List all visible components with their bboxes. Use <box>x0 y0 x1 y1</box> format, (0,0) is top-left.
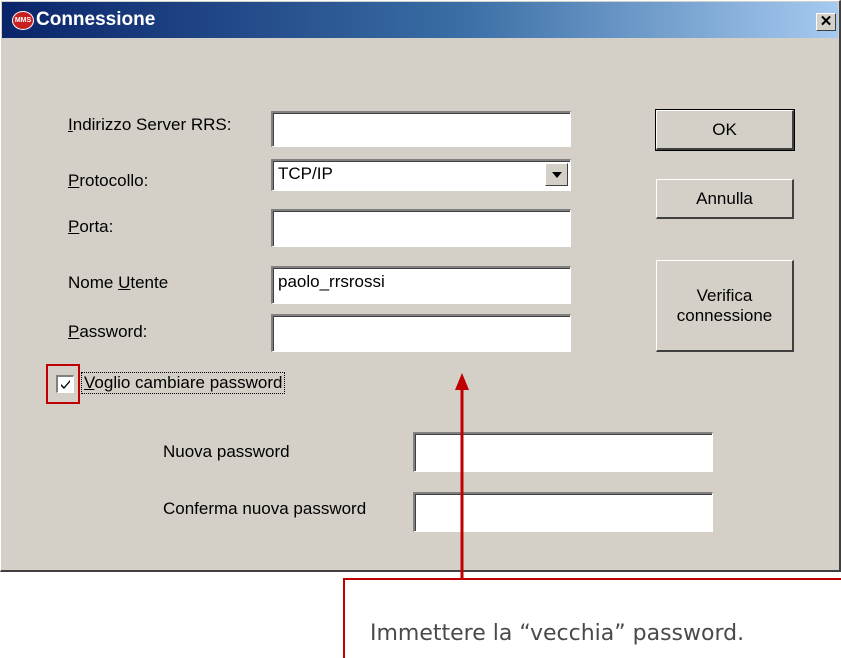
chevron-down-icon[interactable] <box>545 163 568 186</box>
ok-button[interactable]: OK <box>655 109 795 151</box>
app-logo-icon: MMS <box>12 11 34 30</box>
protocol-value: TCP/IP <box>278 164 333 183</box>
server-address-input[interactable] <box>271 111 571 147</box>
port-label: Porta: <box>68 217 113 237</box>
new-password-label: Nuova password <box>163 442 290 461</box>
close-icon: ✕ <box>819 13 833 30</box>
cancel-button[interactable]: Annulla <box>656 179 794 219</box>
password-input[interactable] <box>271 314 571 352</box>
change-password-mnemonic: V <box>84 373 95 392</box>
title-bar[interactable]: MMS Connessione ✕ <box>2 2 838 38</box>
verify-button-line2: connessione <box>676 305 773 325</box>
ok-button-label: OK <box>712 119 737 139</box>
server-label-text: ndirizzo Server RRS: <box>72 115 232 134</box>
callout-text: Immettere la “vecchia” password. <box>370 621 745 646</box>
protocol-label-mnemonic: P <box>68 171 80 190</box>
username-label-text-1: Nome <box>68 273 119 292</box>
change-password-label-text: oglio cambiare password <box>94 373 283 392</box>
close-button[interactable]: ✕ <box>816 13 836 31</box>
username-label: Nome Utente <box>68 273 168 293</box>
port-label-mnemonic: P <box>68 217 80 236</box>
password-label: Password: <box>68 322 147 342</box>
callout-box <box>343 578 841 658</box>
protocol-label-text: rotocollo: <box>79 171 149 190</box>
username-label-mnemonic: U <box>118 273 131 292</box>
checkbox-highlight <box>46 364 80 404</box>
username-input[interactable]: paolo_rrsrossi <box>271 266 571 304</box>
protocol-select[interactable]: TCP/IP <box>271 159 571 191</box>
connection-dialog: MMS Connessione ✕ Indirizzo Server RRS: … <box>0 0 841 572</box>
change-password-label[interactable]: Voglio cambiare password <box>81 372 286 394</box>
password-label-text: assword: <box>79 322 148 341</box>
password-label-mnemonic: P <box>68 322 80 341</box>
server-label: Indirizzo Server RRS: <box>68 115 231 135</box>
new-password-input[interactable] <box>413 432 713 472</box>
protocol-label: Protocollo: <box>68 171 148 191</box>
confirm-password-label: Conferma nuova password <box>163 499 367 518</box>
cancel-button-label: Annulla <box>696 188 753 208</box>
verify-button-line1: Verifica <box>696 285 753 305</box>
username-label-text-2: tente <box>130 273 169 292</box>
port-input[interactable] <box>271 209 571 247</box>
verify-connection-button[interactable]: Verifica connessione <box>656 260 794 352</box>
confirm-password-input[interactable] <box>413 492 713 532</box>
window-title: Connessione <box>36 9 156 30</box>
port-label-text: orta: <box>79 217 114 236</box>
